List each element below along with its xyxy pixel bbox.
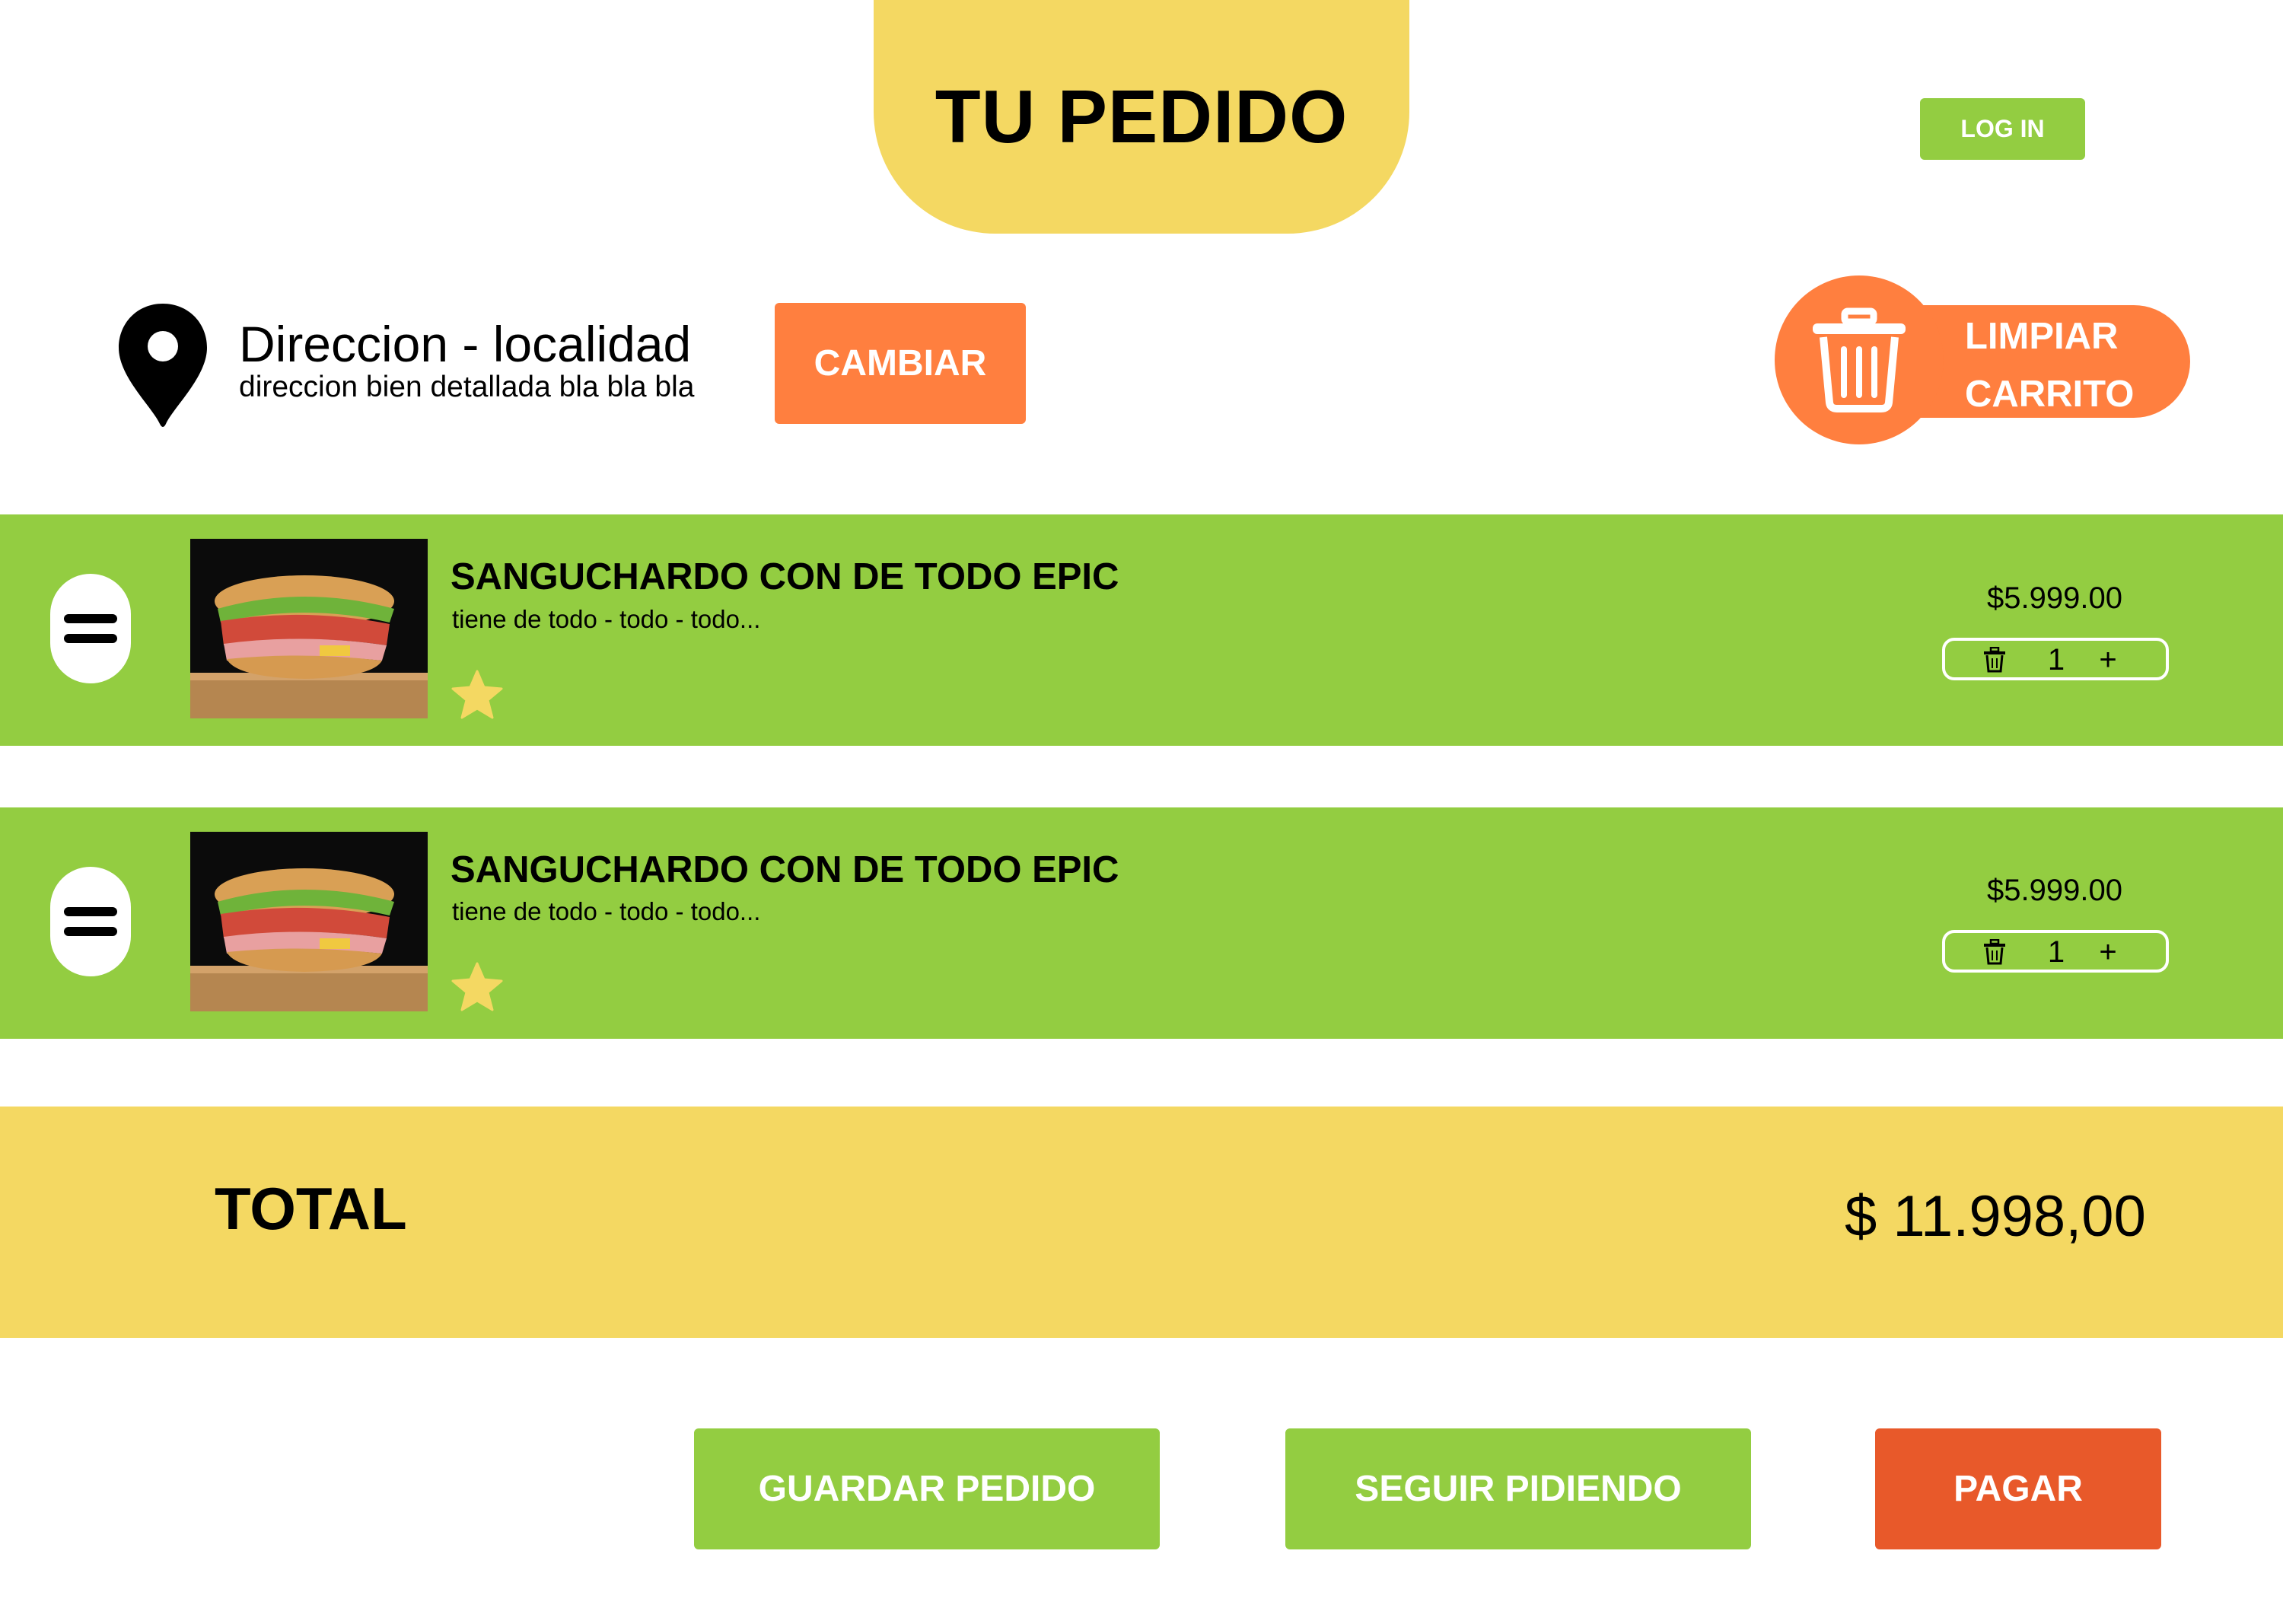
- location-pin-icon: [119, 304, 207, 427]
- page-title: TU PEDIDO: [935, 75, 1348, 158]
- quantity-stepper: 1 +: [1942, 638, 2169, 680]
- remove-item-trash-icon[interactable]: [1983, 647, 2006, 673]
- trash-icon: [1813, 307, 1906, 412]
- increase-quantity-button[interactable]: +: [2093, 935, 2123, 970]
- total-value: $ 11.998,00: [1845, 1184, 2146, 1249]
- favorite-star-icon[interactable]: [451, 960, 504, 1014]
- favorite-star-icon[interactable]: [451, 668, 504, 721]
- quantity-value: 1: [2047, 643, 2065, 677]
- quantity-stepper: 1 +: [1942, 930, 2169, 973]
- continue-ordering-button[interactable]: SEGUIR PIDIENDO: [1285, 1428, 1751, 1549]
- item-price: $5.999.00: [1987, 581, 2122, 615]
- increase-quantity-button[interactable]: +: [2093, 642, 2123, 677]
- login-button[interactable]: LOG IN: [1920, 98, 2085, 160]
- product-image: [190, 832, 428, 1011]
- clear-cart-label[interactable]: LIMPIAR CARRITO: [1965, 307, 2134, 423]
- page-title-tab: TU PEDIDO: [874, 0, 1409, 234]
- drag-handle[interactable]: [50, 867, 131, 976]
- item-name: SANGUCHARDO CON DE TODO EPIC: [451, 556, 1119, 597]
- product-image: [190, 539, 428, 718]
- item-description: tiene de todo - todo - todo...: [452, 897, 761, 925]
- item-description: tiene de todo - todo - todo...: [452, 605, 761, 633]
- remove-item-trash-icon[interactable]: [1983, 939, 2006, 965]
- address-title: Direccion - localidad: [239, 316, 692, 372]
- change-address-button[interactable]: CAMBIAR: [775, 303, 1026, 424]
- clear-cart-icon-circle[interactable]: [1775, 275, 1944, 444]
- total-label: TOTAL: [215, 1175, 407, 1242]
- drag-handle[interactable]: [50, 574, 131, 683]
- pay-button[interactable]: PAGAR: [1875, 1428, 2161, 1549]
- item-name: SANGUCHARDO CON DE TODO EPIC: [451, 849, 1119, 890]
- address-detail: direccion bien detallada bla bla bla: [239, 371, 695, 403]
- quantity-value: 1: [2047, 935, 2065, 969]
- save-order-button[interactable]: GUARDAR PEDIDO: [694, 1428, 1160, 1549]
- item-price: $5.999.00: [1987, 874, 2122, 907]
